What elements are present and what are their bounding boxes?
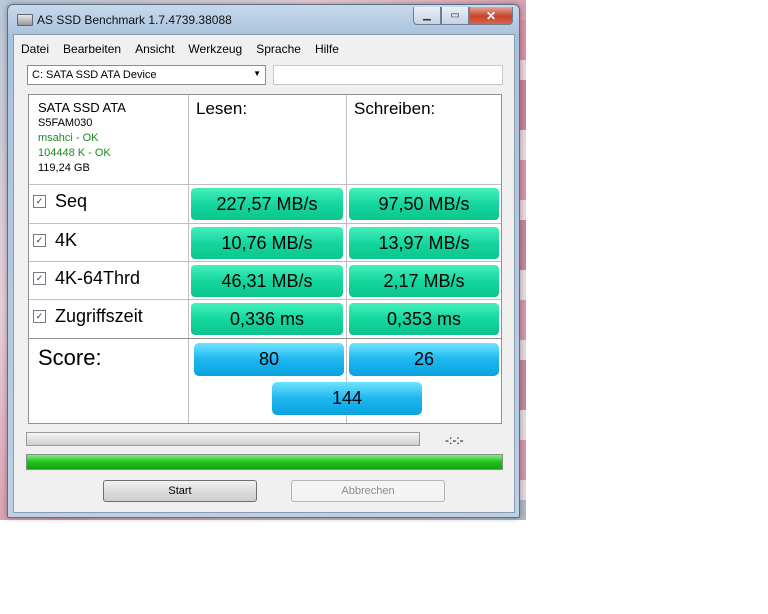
menu-sprache[interactable]: Sprache [249,39,308,59]
client-area: Datei Bearbeiten Ansicht Werkzeug Sprach… [13,34,515,513]
test-4k[interactable]: ✓ 4K [33,230,77,251]
menu-bearbeiten[interactable]: Bearbeiten [56,39,128,59]
checkbox-checked-icon[interactable]: ✓ [33,195,46,208]
menu-ansicht[interactable]: Ansicht [128,39,181,59]
menu-bar: Datei Bearbeiten Ansicht Werkzeug Sprach… [14,39,346,59]
app-window: AS SSD Benchmark 1.7.4739.38088 ▁ ▭ ✕ Da… [7,4,520,518]
zugriffszeit-read-value: 0,336 ms [191,303,343,335]
test-seq-label: Seq [55,191,88,211]
elapsed-time: -:-:- [445,433,464,447]
drive-info-field[interactable] [273,65,503,85]
test-zugriffszeit-label: Zugriffszeit [55,306,143,326]
minimize-icon: ▁ [423,10,431,21]
maximize-icon: ▭ [450,10,460,21]
drive-info: SATA SSD ATA S5FAM030 msahci - OK 104448… [38,99,126,176]
4k-write-value: 13,97 MB/s [349,227,499,259]
minimize-button[interactable]: ▁ [413,7,441,25]
test-progress-bar [26,432,420,446]
title-bar[interactable]: AS SSD Benchmark 1.7.4739.38088 ▁ ▭ ✕ [8,5,519,33]
test-4k-64thrd-label: 4K-64Thrd [55,268,141,288]
menu-datei[interactable]: Datei [14,39,56,59]
results-grid: SATA SSD ATA S5FAM030 msahci - OK 104448… [28,94,502,424]
test-4k-64thrd[interactable]: ✓ 4K-64Thrd [33,268,140,289]
4k-read-value: 10,76 MB/s [191,227,343,259]
test-zugriffszeit[interactable]: ✓ Zugriffszeit [33,306,143,327]
close-button[interactable]: ✕ [469,7,513,25]
4k-64thrd-read-value: 46,31 MB/s [191,265,343,297]
drive-capacity: 119,24 GB [38,162,90,174]
seq-read-value: 227,57 MB/s [191,188,343,220]
menu-werkzeug[interactable]: Werkzeug [181,39,249,59]
checkbox-checked-icon[interactable]: ✓ [33,234,46,247]
test-4k-label: 4K [55,230,78,250]
score-total: 144 [272,382,422,415]
zugriffszeit-write-value: 0,353 ms [349,303,499,335]
menu-hilfe[interactable]: Hilfe [308,39,346,59]
score-write: 26 [349,343,499,376]
driver-status: msahci - OK [38,132,99,144]
close-icon: ✕ [485,8,497,23]
start-button[interactable]: Start [103,480,257,502]
abort-button[interactable]: Abbrechen [291,480,445,502]
total-progress-bar [26,454,503,470]
alignment-status: 104448 K - OK [38,147,111,159]
drive-firmware: S5FAM030 [38,117,93,129]
maximize-button[interactable]: ▭ [441,7,469,25]
dropdown-arrow-icon: ▼ [253,69,261,78]
read-column-header: Lesen: [196,99,248,118]
drive-app-icon [17,14,33,26]
seq-write-value: 97,50 MB/s [349,188,499,220]
drive-model: SATA SSD ATA [38,100,126,115]
write-column-header: Schreiben: [354,99,436,118]
window-title: AS SSD Benchmark 1.7.4739.38088 [37,13,232,27]
score-read: 80 [194,343,344,376]
checkbox-checked-icon[interactable]: ✓ [33,310,46,323]
test-seq[interactable]: ✓ Seq [33,191,87,212]
checkbox-checked-icon[interactable]: ✓ [33,272,46,285]
caption-buttons: ▁ ▭ ✕ [413,7,513,25]
4k-64thrd-write-value: 2,17 MB/s [349,265,499,297]
score-label: Score: [38,345,102,370]
drive-select-value: C: SATA SSD ATA Device [32,69,157,81]
drive-select[interactable]: C: SATA SSD ATA Device ▼ [27,65,266,85]
total-progress-fill [27,455,502,469]
